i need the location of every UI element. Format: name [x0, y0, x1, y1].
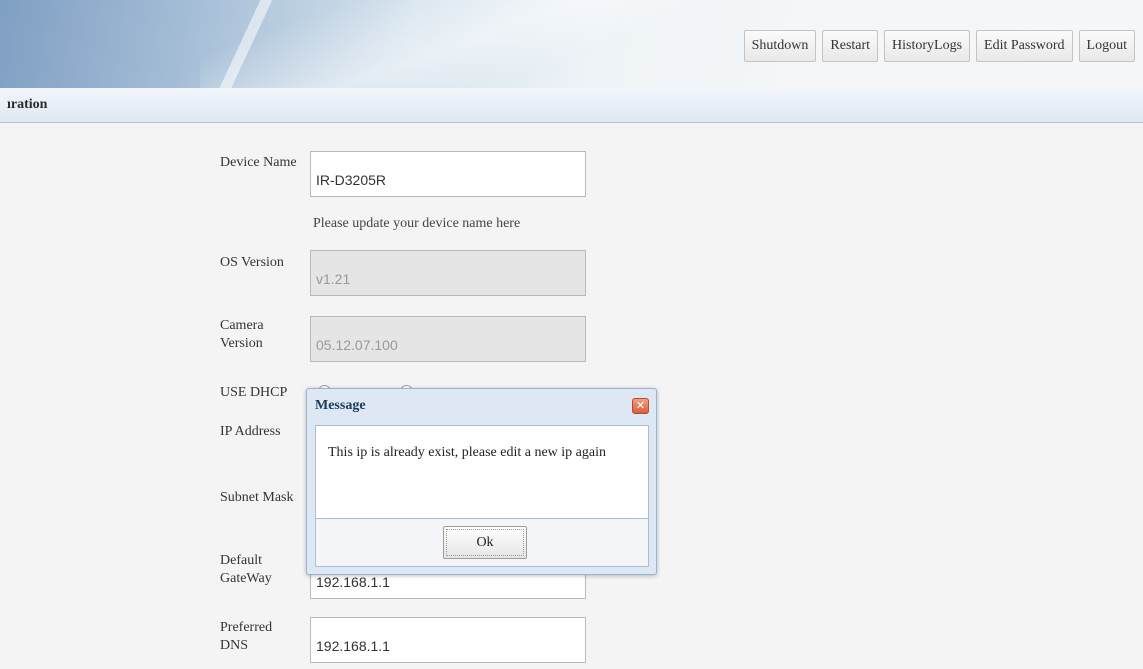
message-dialog: Message ✕ This ip is already exist, plea… — [306, 388, 657, 575]
camera-version-label-line1: Camera — [220, 318, 264, 333]
dialog-message: This ip is already exist, please edit a … — [315, 425, 649, 519]
use-dhcp-label: USE DHCP — [220, 385, 288, 400]
top-toolbar: Shutdown Restart HistoryLogs Edit Passwo… — [743, 30, 1135, 62]
logout-button[interactable]: Logout — [1078, 30, 1135, 62]
camera-version-input — [310, 316, 586, 362]
os-version-input — [310, 250, 586, 296]
restart-button[interactable]: Restart — [822, 30, 879, 62]
page-title: ıration — [0, 88, 1143, 123]
dialog-title: Message — [315, 398, 366, 413]
preferred-dns-label-line1: Preferred — [220, 620, 273, 635]
ip-address-label: IP Address — [220, 424, 281, 439]
preferred-dns-label: Preferred DNS — [220, 619, 272, 655]
app-header: Shutdown Restart HistoryLogs Edit Passwo… — [0, 0, 1143, 88]
preferred-dns-input[interactable] — [310, 617, 586, 663]
camera-version-label: Camera Version — [220, 317, 264, 353]
os-version-label: OS Version — [220, 255, 284, 270]
device-name-label: Device Name — [220, 155, 297, 170]
camera-version-label-line2: Version — [220, 336, 263, 351]
device-name-hint: Please update your device name here — [313, 216, 521, 231]
default-gateway-label-line1: Default — [220, 553, 262, 568]
default-gateway-label-line2: GateWay — [220, 571, 272, 586]
preferred-dns-label-line2: DNS — [220, 638, 249, 653]
device-name-input[interactable] — [310, 151, 586, 197]
history-logs-button[interactable]: HistoryLogs — [884, 30, 971, 62]
shutdown-button[interactable]: Shutdown — [743, 30, 817, 62]
subnet-mask-label: Subnet Mask — [220, 490, 294, 505]
default-gateway-label: Default GateWay — [220, 552, 272, 588]
close-icon[interactable]: ✕ — [632, 398, 649, 414]
ok-button[interactable]: Ok — [443, 526, 527, 559]
edit-password-button[interactable]: Edit Password — [976, 30, 1073, 62]
